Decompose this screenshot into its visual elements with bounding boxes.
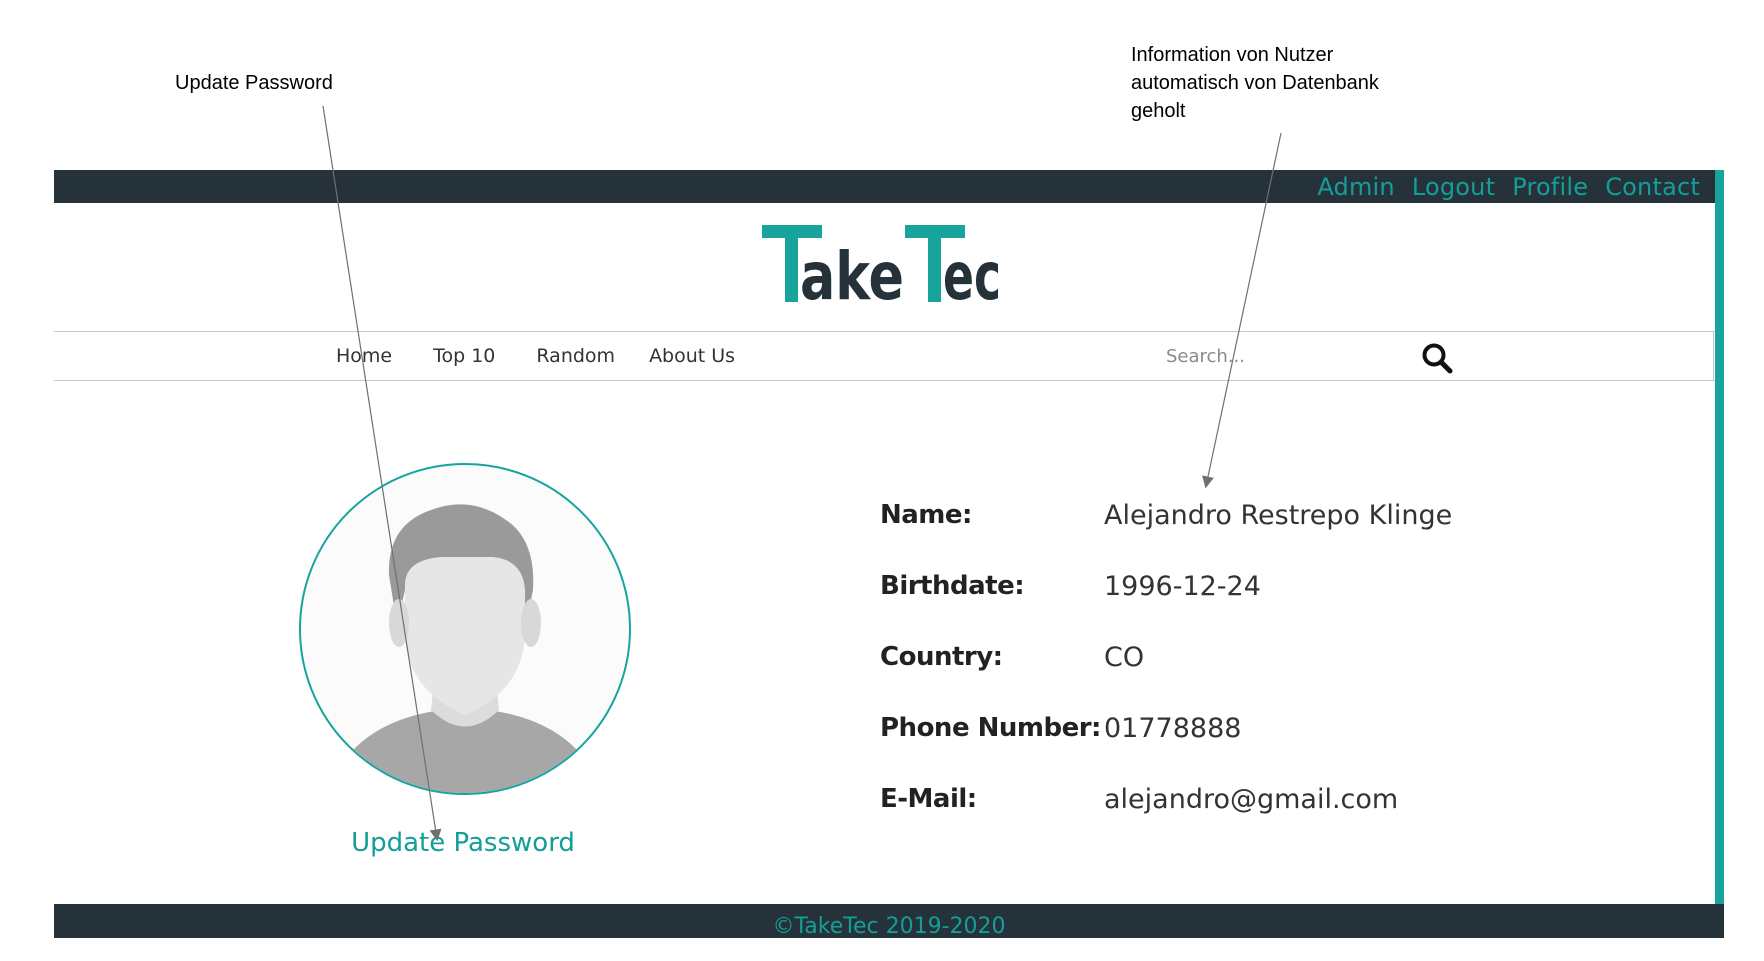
site-logo[interactable]: ake ec — [760, 222, 1004, 315]
top-nav-admin[interactable]: Admin — [1317, 173, 1395, 201]
info-label: E-Mail: — [880, 784, 977, 814]
update-password-link[interactable]: Update Password — [318, 828, 608, 858]
nav-random[interactable]: Random — [536, 345, 615, 367]
info-label: Phone Number: — [880, 713, 1101, 743]
logo-graphic: ake ec — [762, 225, 1001, 315]
annotation-line: automatisch von Datenbank — [1131, 72, 1379, 94]
annotation-line: Information von Nutzer — [1131, 44, 1334, 66]
info-label: Name: — [880, 500, 972, 530]
user-silhouette-icon — [341, 504, 589, 793]
info-label: Country: — [880, 642, 1003, 672]
accent-edge — [1715, 170, 1724, 908]
footer-copyright: ©TakeTec 2019-2020 — [772, 914, 1006, 938]
info-value: alejandro@gmail.com — [1104, 784, 1399, 815]
nav-home[interactable]: Home — [336, 345, 392, 367]
search-icon[interactable] — [1421, 342, 1453, 374]
nav-divider-right — [1713, 331, 1714, 381]
avatar — [299, 463, 631, 795]
svg-text:ec: ec — [943, 238, 1001, 304]
info-value: Alejandro Restrepo Klinge — [1104, 500, 1453, 531]
top-bar: Admin Logout Profile Contact — [54, 170, 1724, 203]
search-input[interactable] — [1164, 340, 1408, 372]
nav-about-us[interactable]: About Us — [649, 345, 735, 367]
main-nav: Home Top 10 Random About Us — [336, 341, 776, 371]
annotation-line: geholt — [1131, 100, 1186, 122]
info-value: 1996-12-24 — [1104, 571, 1261, 602]
nav-divider-bottom — [54, 380, 1715, 381]
top-nav: Admin Logout Profile Contact — [1317, 170, 1700, 203]
top-nav-logout[interactable]: Logout — [1412, 173, 1495, 201]
annotation-update-password: Update Password — [175, 72, 333, 94]
top-nav-contact[interactable]: Contact — [1605, 173, 1700, 201]
footer: ©TakeTec 2019-2020 — [54, 904, 1724, 938]
top-nav-profile[interactable]: Profile — [1512, 173, 1588, 201]
info-label: Birthdate: — [880, 571, 1025, 601]
info-value: CO — [1104, 642, 1145, 673]
svg-text:ake: ake — [800, 238, 904, 304]
annotation-user-info: Information von Nutzer automatisch von D… — [1131, 41, 1379, 125]
annotation-arrows — [322, 105, 1282, 842]
nav-divider-top — [54, 331, 1715, 332]
info-value: 01778888 — [1104, 713, 1242, 744]
nav-top-10[interactable]: Top 10 — [433, 345, 495, 367]
